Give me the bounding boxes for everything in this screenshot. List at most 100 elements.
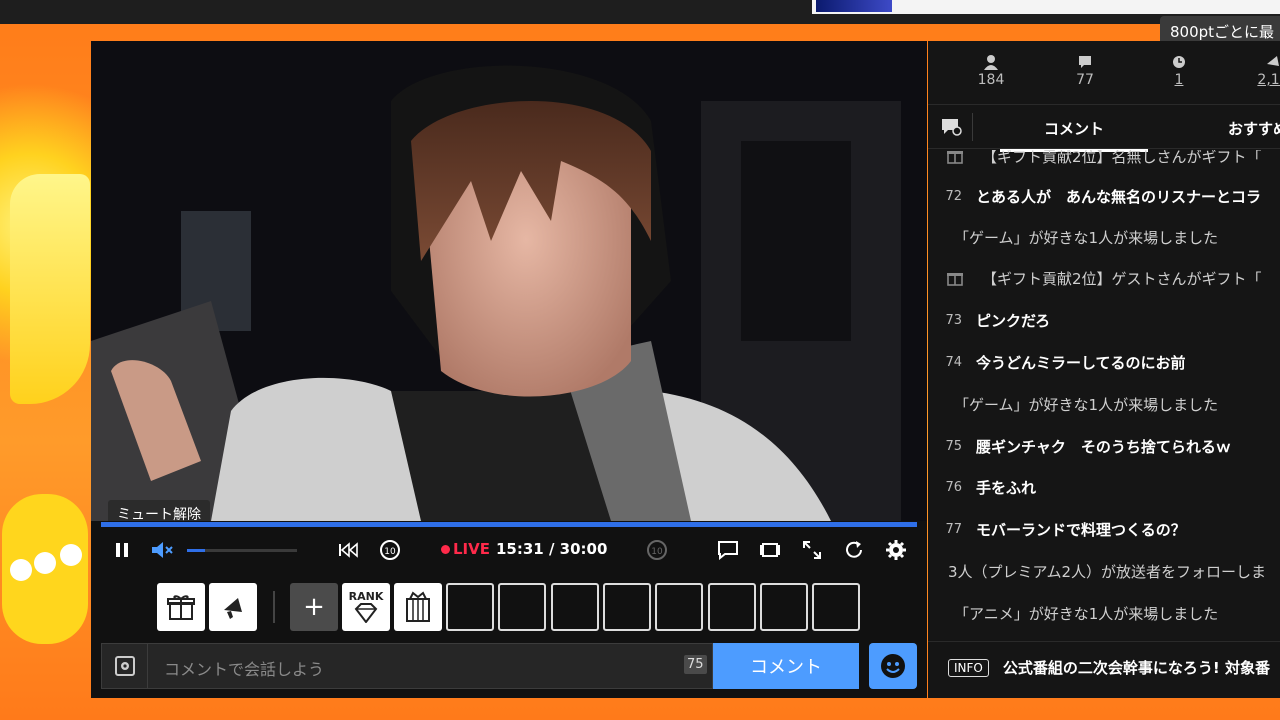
pause-icon[interactable] xyxy=(109,537,135,563)
comment-list: 【ギフト貢献2位】名無しさんがギフト「 72 とある人が あんな無名のリスナーと… xyxy=(928,150,1280,638)
volume-level xyxy=(187,549,205,552)
emotion-button[interactable] xyxy=(869,643,917,689)
list-item: 3人（プレミアム2人）が放送者をフォローしま xyxy=(928,551,1280,591)
side-panel: 184 77 1 2,10 コメント おすすめ 【ギフト貢献2位】名無しさんがギ… xyxy=(928,41,1280,698)
player-controls: 10 LIVE 15:31 / 30:00 10 xyxy=(91,529,927,571)
skip-back-icon[interactable] xyxy=(335,537,361,563)
decor-dot xyxy=(10,559,32,581)
comment-text: 「アニメ」が好きな1人が来場しました xyxy=(954,604,1219,623)
gift-box-icon xyxy=(406,591,430,622)
tab-recommended[interactable]: おすすめ xyxy=(1228,118,1280,139)
thumbnail-strip xyxy=(812,0,1280,14)
diamond-icon xyxy=(354,603,378,623)
comment-text: 「ゲーム」が好きな1人が来場しました xyxy=(954,395,1219,414)
gift-bar: + RANK xyxy=(91,583,927,633)
gift-button[interactable] xyxy=(157,583,205,631)
video-player: ミュート解除 10 LIVE 15:31 / 30:00 10 + RANK コ… xyxy=(91,41,927,698)
list-item: 「ゲーム」が好きな1人が来場しました xyxy=(928,384,1280,424)
list-item: 75 腰ギンチャク そのうち捨てられるｗ xyxy=(928,426,1280,466)
live-label: LIVE xyxy=(453,540,490,558)
stat-timeshift-value: 1 xyxy=(1174,72,1184,88)
stats-bar: 184 77 1 2,10 xyxy=(928,41,1280,105)
browser-top-strip xyxy=(0,0,1280,24)
comment-number: 74 xyxy=(945,354,962,370)
theater-mode-icon[interactable] xyxy=(757,537,783,563)
comment-placeholder: コメントで会話しよう xyxy=(164,660,325,679)
panel-tabs: コメント おすすめ xyxy=(928,105,1280,152)
comment-input[interactable]: コメントで会話しよう 75 xyxy=(101,643,713,689)
comment-text: 【ギフト貢献2位】名無しさんがギフト「 xyxy=(982,150,1262,166)
gift-slot[interactable] xyxy=(498,583,546,631)
comment-submit-button[interactable]: コメント xyxy=(713,643,859,689)
gift-slot[interactable] xyxy=(446,583,494,631)
gift-box-button[interactable] xyxy=(394,583,442,631)
progress-bar[interactable] xyxy=(101,522,917,527)
comment-number: 76 xyxy=(945,479,962,495)
comment-text: 今うどんミラーしてるのにお前 xyxy=(976,353,1186,372)
svg-text:10: 10 xyxy=(651,547,663,557)
comment-text: ピンクだろ xyxy=(976,311,1051,330)
gift-slot[interactable] xyxy=(760,583,808,631)
clock-icon xyxy=(1173,56,1185,68)
live-status: LIVE 15:31 / 30:00 xyxy=(441,540,607,558)
gift-slot[interactable] xyxy=(551,583,599,631)
comment-settings-icon[interactable] xyxy=(940,117,962,137)
stat-comments-value: 77 xyxy=(1076,72,1094,88)
list-item: 【ギフト貢献2位】名無しさんがギフト「 xyxy=(928,150,1280,176)
viewer-icon xyxy=(984,55,998,70)
decor-dot xyxy=(60,544,82,566)
list-item: 77 モバーランドで料理つくるの？ xyxy=(928,509,1280,549)
comment-text: とある人が あんな無名のリスナーとコラ xyxy=(976,187,1262,206)
comment-text: モバーランドで料理つくるの？ xyxy=(976,520,1186,539)
info-text: 公式番組の二次会幹事になろう! 対象番 xyxy=(1002,659,1270,677)
settings-icon[interactable] xyxy=(883,537,909,563)
comment-number: 72 xyxy=(945,188,962,204)
comment-text: 3人（プレミアム2人）が放送者をフォローしま xyxy=(948,562,1267,581)
list-item: 72 とある人が あんな無名のリスナーとコラ xyxy=(928,176,1280,216)
gift-slot[interactable] xyxy=(812,583,860,631)
stat-timeshift[interactable]: 1 xyxy=(1149,54,1209,88)
fullscreen-icon[interactable] xyxy=(799,537,825,563)
video-frame[interactable]: ミュート解除 xyxy=(91,41,927,521)
tab-comments[interactable]: コメント xyxy=(999,118,1149,152)
comment-number: 75 xyxy=(945,438,962,454)
video-image xyxy=(91,41,927,521)
volume-muted-icon[interactable] xyxy=(149,537,175,563)
list-item: 「アニメ」が好きな1人が来場しました xyxy=(928,593,1280,633)
list-item: 74 今うどんミラーしてるのにお前 xyxy=(928,342,1280,382)
gift-slot[interactable] xyxy=(655,583,703,631)
comment-icon xyxy=(1079,56,1091,68)
tab-divider xyxy=(972,113,973,141)
emotion-icon xyxy=(881,654,905,678)
rewind-10-icon[interactable]: 10 xyxy=(377,537,403,563)
char-counter: 75 xyxy=(684,655,707,674)
thumbnail-image xyxy=(816,0,892,12)
add-gift-button[interactable]: + xyxy=(290,583,338,631)
mute-tooltip: ミュート解除 xyxy=(108,500,210,521)
comment-bar: コメントで会話しよう 75 コメント xyxy=(101,643,917,689)
decor-dot xyxy=(34,552,56,574)
gift-slot[interactable] xyxy=(603,583,651,631)
stat-ads-value: 2,10 xyxy=(1257,72,1280,88)
gift-slot[interactable] xyxy=(708,583,756,631)
time-display: 15:31 / 30:00 xyxy=(496,540,608,558)
comment-text: 【ギフト貢献2位】ゲストさんがギフト「 xyxy=(982,269,1262,288)
rank-label: RANK xyxy=(348,590,384,603)
gift-icon xyxy=(167,595,195,620)
comment-settings-icon[interactable] xyxy=(102,644,148,688)
reload-icon[interactable] xyxy=(841,537,867,563)
list-item: 73 ピンクだろ xyxy=(928,300,1280,340)
stat-viewers: 184 xyxy=(961,54,1021,88)
comment-text: 「ゲーム」が好きな1人が来場しました xyxy=(954,228,1219,247)
volume-slider[interactable] xyxy=(187,549,297,552)
forward-10-icon[interactable]: 10 xyxy=(644,537,670,563)
info-banner[interactable]: INFO 公式番組の二次会幹事になろう! 対象番 xyxy=(928,641,1280,693)
comment-toggle-icon[interactable] xyxy=(715,537,741,563)
rank-button[interactable]: RANK xyxy=(342,583,390,631)
comment-text: 手をふれ xyxy=(976,478,1037,497)
stat-viewers-value: 184 xyxy=(977,72,1005,88)
comment-text: 腰ギンチャク そのうち捨てられるｗ xyxy=(976,437,1231,456)
comment-number: 73 xyxy=(945,312,962,328)
stat-ads[interactable]: 2,10 xyxy=(1243,54,1280,88)
ad-button[interactable] xyxy=(209,583,257,631)
